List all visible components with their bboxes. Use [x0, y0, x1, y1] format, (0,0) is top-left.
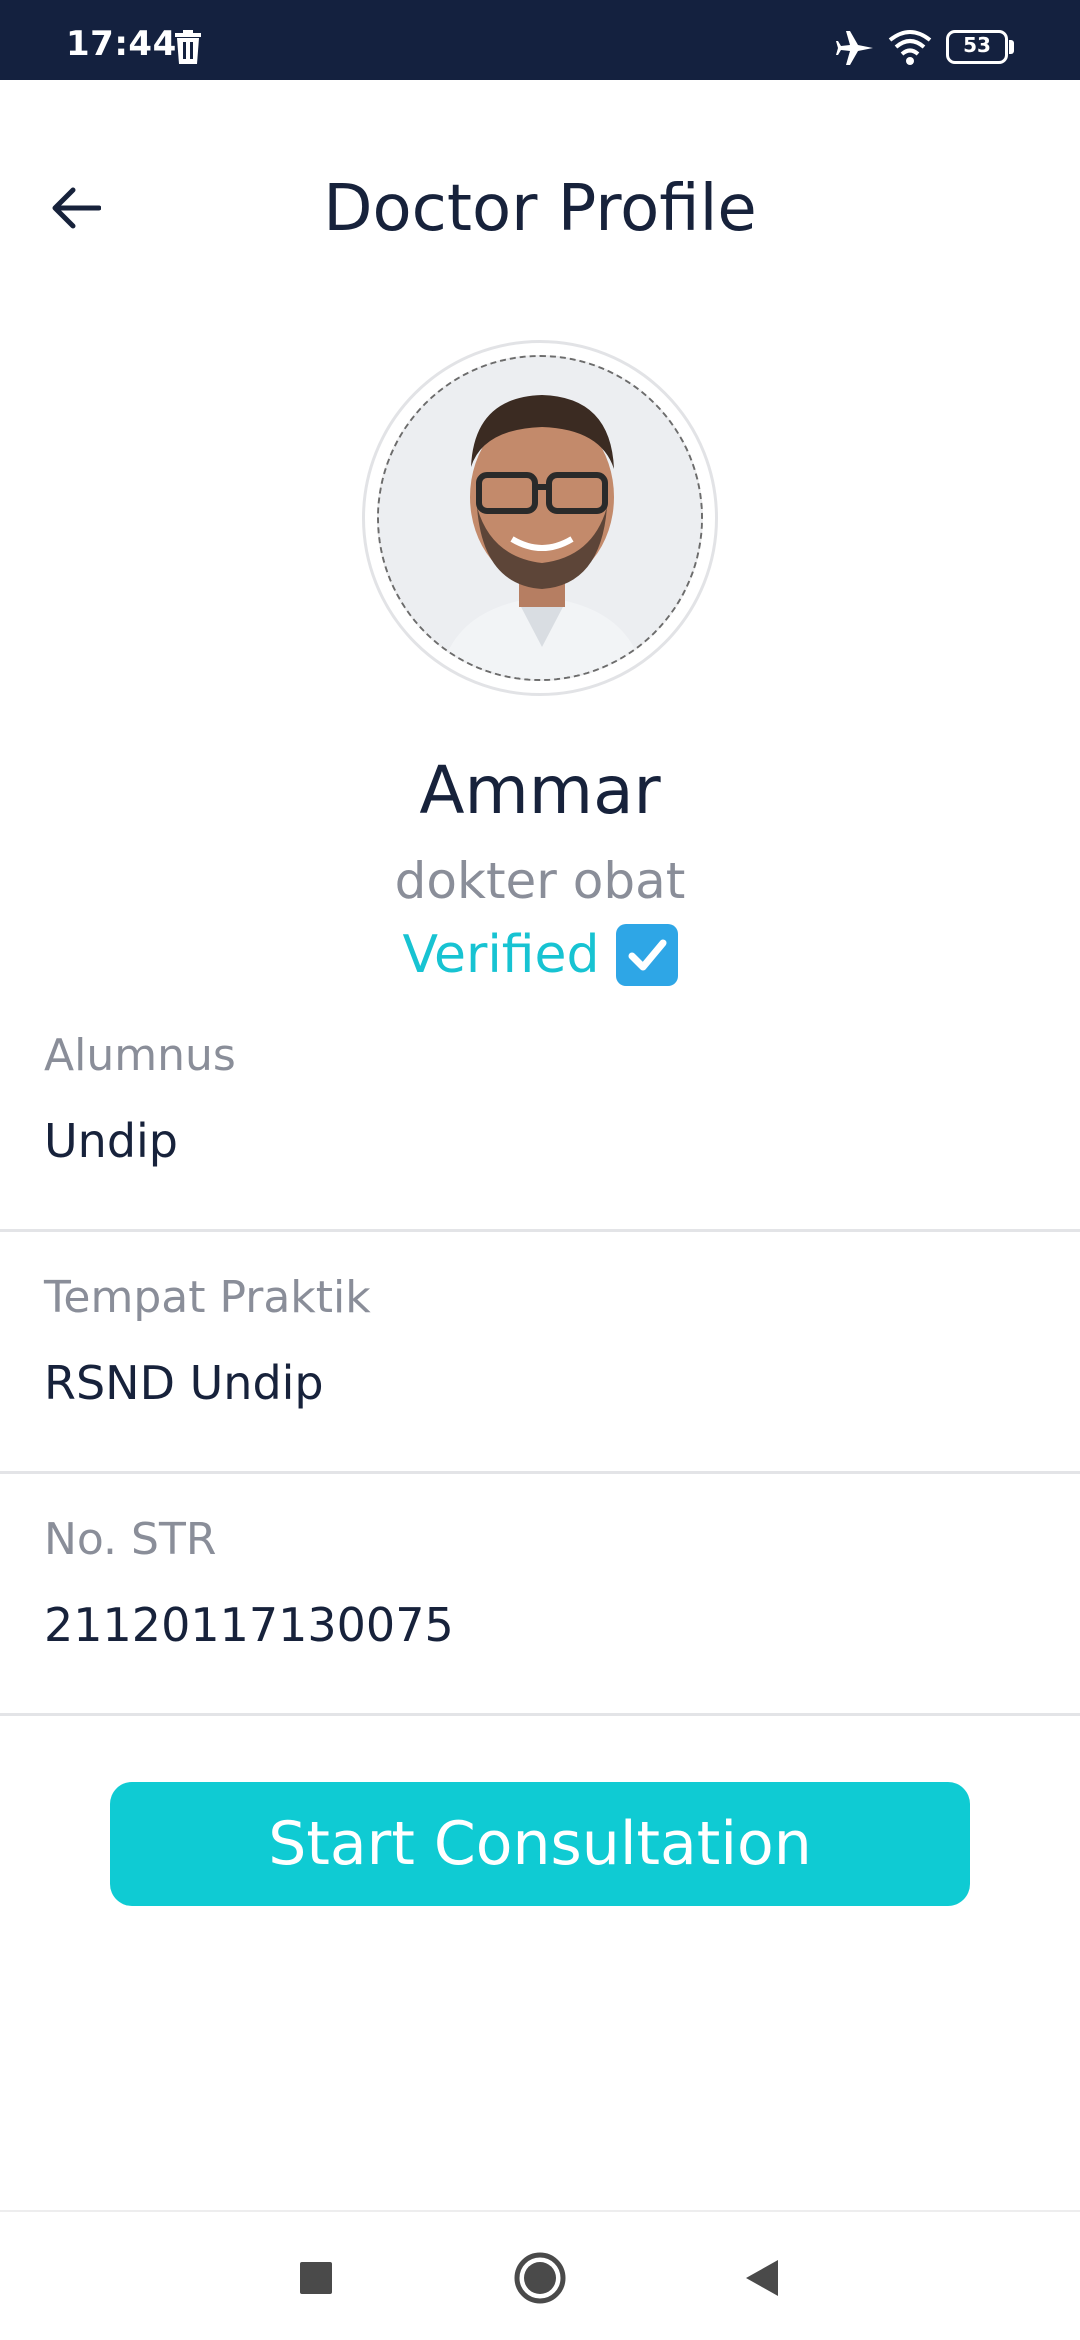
- info-value-no-str: 21120117130075: [44, 1598, 454, 1652]
- home-button[interactable]: [508, 2246, 572, 2310]
- status-bar: 17:44 53: [0, 0, 1080, 80]
- info-row-no-str: No. STR 21120117130075: [0, 1474, 1080, 1716]
- doctor-profile-screen: 17:44 53 Doctor Profile Ammar dokter oba…: [0, 0, 1080, 2340]
- navigation-bar: [0, 2210, 1080, 2340]
- info-label-no-str: No. STR: [44, 1514, 217, 1565]
- verified-label: Verified: [402, 925, 600, 985]
- back-triangle-icon: [746, 2260, 778, 2296]
- page-title: Doctor Profile: [323, 172, 757, 246]
- start-consultation-button[interactable]: Start Consultation: [110, 1782, 970, 1906]
- info-value-alumnus: Undip: [44, 1114, 179, 1168]
- info-row-alumnus: Alumnus Undip: [0, 990, 1080, 1232]
- doctor-avatar: [377, 355, 703, 681]
- info-row-tempat-praktik: Tempat Praktik RSND Undip: [0, 1232, 1080, 1474]
- info-value-tempat-praktik: RSND Undip: [44, 1356, 324, 1410]
- avatar-ring: [362, 340, 718, 696]
- trash-icon: [175, 30, 201, 64]
- start-consultation-label: Start Consultation: [268, 1809, 812, 1879]
- doctor-name: Ammar: [419, 752, 661, 829]
- info-label-alumnus: Alumnus: [44, 1030, 236, 1081]
- recents-button[interactable]: [284, 2246, 348, 2310]
- battery-level: 53: [963, 33, 991, 57]
- doctor-photo: [379, 357, 701, 679]
- home-circle-icon: [514, 2252, 566, 2304]
- info-label-tempat-praktik: Tempat Praktik: [44, 1272, 371, 1323]
- airplane-mode-icon: [836, 31, 873, 65]
- back-button[interactable]: [40, 172, 112, 244]
- recents-square-icon: [300, 2262, 332, 2294]
- verified-status: Verified: [0, 924, 1080, 986]
- check-box-icon: [615, 924, 678, 986]
- nav-back-button[interactable]: [730, 2246, 794, 2310]
- battery-tip: [1009, 40, 1014, 54]
- status-time: 17:44: [66, 24, 177, 64]
- arrow-left-icon: [52, 187, 101, 229]
- battery-icon: 53: [946, 30, 1014, 64]
- doctor-specialty: dokter obat: [394, 852, 686, 910]
- wifi-icon: [888, 30, 932, 65]
